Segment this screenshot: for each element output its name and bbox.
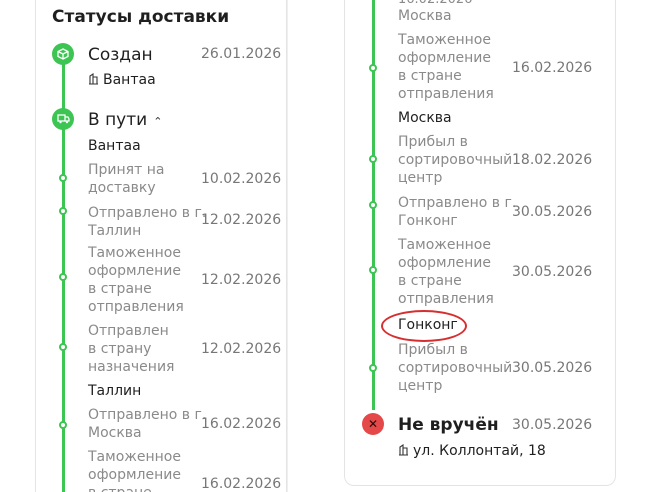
timeline-dot bbox=[59, 174, 67, 182]
group-city-tallinn: Таллин bbox=[88, 383, 142, 399]
event-date: 30.05.2026 bbox=[512, 360, 593, 376]
timeline-dot bbox=[369, 64, 377, 72]
event-text: доставку bbox=[88, 180, 156, 196]
event-text: Отправлен bbox=[88, 323, 169, 339]
status-created-label: Создан bbox=[88, 45, 153, 65]
group-city-vantaa: Вантаа bbox=[88, 138, 141, 154]
chevron-up-icon[interactable]: ⌃ bbox=[153, 112, 162, 132]
event-text: в страну bbox=[88, 341, 152, 357]
event-text: в стране bbox=[88, 484, 152, 492]
event-date: 30.05.2026 bbox=[512, 204, 593, 220]
event-text: Таможенное bbox=[88, 245, 181, 261]
event-text: Таможенное bbox=[88, 449, 181, 465]
event-text: Таможенное bbox=[398, 237, 491, 253]
event-text: Отправлено в г. bbox=[88, 407, 207, 423]
event-date: 12.02.2026 bbox=[201, 272, 282, 288]
event-text: Прибыл в bbox=[398, 134, 468, 150]
event-text: оформление bbox=[88, 263, 181, 279]
event-text: в стране bbox=[398, 68, 462, 84]
event-text: Москва bbox=[88, 425, 142, 441]
status-created-location: Вантаа bbox=[88, 71, 156, 89]
cut-text: Москва bbox=[398, 8, 452, 24]
timeline-dot bbox=[369, 266, 377, 274]
delivery-statuses-panel-left: Статусы доставки Создан 26.01.2026 Ванта… bbox=[35, 0, 287, 492]
status-not-delivered-label: Не вручён bbox=[398, 415, 499, 435]
event-text: Отправлено в г. bbox=[398, 195, 517, 211]
event-date: 16.02.2026 bbox=[512, 60, 593, 76]
event-date: 18.02.2026 bbox=[512, 152, 593, 168]
event-text: Гонконг bbox=[398, 213, 458, 229]
highlight-ellipse bbox=[381, 310, 467, 342]
event-date: 12.02.2026 bbox=[201, 341, 282, 357]
event-text: Прибыл в bbox=[398, 342, 468, 358]
event-text: центр bbox=[398, 378, 443, 394]
event-text: сортировочный bbox=[398, 152, 513, 168]
event-text: центр bbox=[398, 170, 443, 186]
page-title: Статусы доставки bbox=[52, 7, 230, 27]
status-not-delivered-date: 30.05.2026 bbox=[512, 417, 593, 433]
timeline-dot bbox=[369, 155, 377, 163]
event-text: Таллин bbox=[88, 223, 142, 239]
event-date: 30.05.2026 bbox=[512, 264, 593, 280]
event-text: оформление bbox=[398, 50, 491, 66]
event-text: отправления bbox=[88, 299, 184, 315]
timeline-dot bbox=[59, 207, 67, 215]
event-text: отправления bbox=[398, 291, 494, 307]
event-text: оформление bbox=[88, 467, 181, 483]
group-city-moscow: Москва bbox=[398, 110, 452, 126]
timeline-dot bbox=[369, 201, 377, 209]
status-in-transit[interactable]: В пути ⌃ bbox=[88, 110, 162, 132]
timeline-dot bbox=[59, 421, 67, 429]
building-icon bbox=[398, 444, 409, 456]
timeline-dot bbox=[59, 273, 67, 281]
truck-icon bbox=[52, 108, 74, 130]
event-date: 12.02.2026 bbox=[201, 212, 282, 228]
box-icon bbox=[52, 43, 74, 65]
event-date: 10.02.2026 bbox=[201, 171, 282, 187]
close-icon: ✕ bbox=[362, 413, 384, 435]
delivery-statuses-panel-right: 16.02.2026 Москва Таможенное оформление … bbox=[344, 0, 616, 486]
status-created-date: 26.01.2026 bbox=[201, 46, 282, 62]
event-text: в стране bbox=[88, 281, 152, 297]
timeline-dot bbox=[369, 364, 377, 372]
event-text: в стране bbox=[398, 273, 462, 289]
timeline-dot bbox=[59, 343, 67, 351]
event-text: назначения bbox=[88, 359, 175, 375]
event-text: Принят на bbox=[88, 162, 165, 178]
building-icon bbox=[88, 73, 99, 85]
event-text: Отправлено в г. bbox=[88, 205, 207, 221]
event-text: сортировочный bbox=[398, 360, 513, 376]
event-text: Таможенное bbox=[398, 32, 491, 48]
status-not-delivered-location: ул. Коллонтай, 18 bbox=[398, 442, 546, 460]
event-text: оформление bbox=[398, 255, 491, 271]
event-date: 16.02.2026 bbox=[201, 476, 282, 492]
event-text: отправления bbox=[398, 86, 494, 102]
event-date: 16.02.2026 bbox=[201, 416, 282, 432]
